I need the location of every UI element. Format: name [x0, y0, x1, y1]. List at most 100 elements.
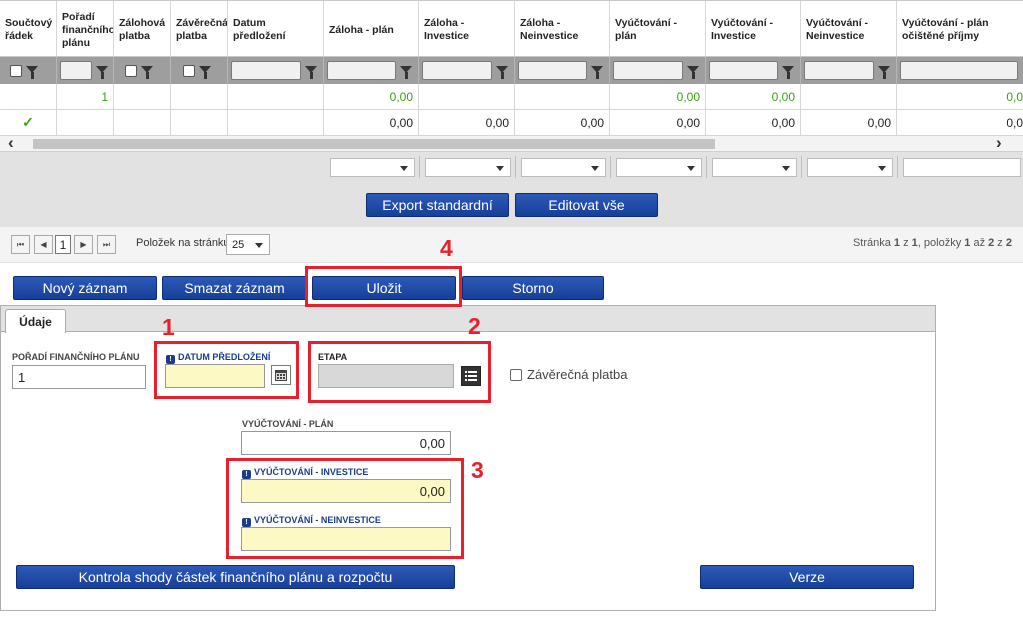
pager-info-text: z	[994, 237, 1006, 249]
cell: 0,00	[324, 84, 419, 109]
funnel-icon[interactable]	[591, 65, 603, 79]
scroll-right-icon[interactable]: ›	[996, 133, 1002, 153]
checkmark-icon: ✓	[0, 110, 57, 135]
aggregate-select[interactable]	[807, 158, 893, 177]
prev-page-icon[interactable]: ◀	[34, 235, 53, 254]
cell: 0,00	[419, 110, 515, 135]
scrollbar-thumb[interactable]	[33, 139, 715, 149]
per-page-select[interactable]: 25	[226, 234, 270, 255]
cell: 0,00	[706, 84, 801, 109]
cell	[419, 84, 515, 109]
chevron-down-icon	[255, 243, 263, 248]
filter-input[interactable]	[900, 61, 1018, 80]
table-row[interactable]: 1 0,00 0,00 0,00 0,0	[0, 84, 1023, 110]
kontrola-button[interactable]: Kontrola shody částek finančního plánu a…	[16, 565, 455, 589]
filter-input[interactable]	[709, 61, 778, 80]
filter-checkbox[interactable]	[125, 64, 137, 77]
filter-soucet	[0, 57, 57, 84]
filter-input[interactable]	[804, 61, 874, 80]
new-record-button[interactable]: Nový záznam	[13, 276, 157, 300]
col-zalohova[interactable]: Zálohová platba	[114, 1, 171, 56]
aggregate-select[interactable]	[425, 158, 511, 177]
funnel-icon[interactable]	[141, 65, 153, 79]
cell	[114, 84, 171, 109]
first-page-icon[interactable]: ⏮	[11, 235, 30, 254]
poradi-input[interactable]: 1	[12, 365, 146, 389]
annotation-box-1	[154, 341, 299, 399]
table-row[interactable]: ✓ 0,00 0,00 0,00 0,00 0,00 0,00 0,0	[0, 110, 1023, 136]
col-vyuct-investice[interactable]: Vyúčtování - Investice	[706, 1, 801, 56]
funnel-icon[interactable]	[496, 65, 508, 79]
tab-udaje[interactable]: Údaje	[5, 309, 66, 333]
annotation-3: 3	[471, 457, 484, 483]
funnel-icon[interactable]	[96, 65, 108, 79]
funnel-icon[interactable]	[199, 65, 211, 79]
col-vyuct-plan[interactable]: Vyúčtování - plán	[610, 1, 706, 56]
funnel-icon[interactable]	[878, 65, 890, 79]
filter-checkbox[interactable]	[183, 64, 195, 77]
grid-header: Součtový řádek Pořadí finančního plánu Z…	[0, 0, 1023, 57]
funnel-icon[interactable]	[26, 65, 38, 79]
filter-poradi	[57, 57, 114, 84]
aggregate-select[interactable]	[616, 158, 702, 177]
filter-input[interactable]	[613, 61, 683, 80]
pager-info-text: až	[970, 237, 989, 249]
col-poradi[interactable]: Pořadí finančního plánu	[57, 1, 114, 56]
filter-input[interactable]	[231, 61, 301, 80]
col-vyuct-neinvestice[interactable]: Vyúčtování - Neinvestice	[801, 1, 897, 56]
col-zaverecna[interactable]: Závěrečná platba	[171, 1, 228, 56]
funnel-icon[interactable]	[782, 65, 794, 79]
zaverecna-checkbox[interactable]	[510, 368, 522, 381]
annotation-box-4	[305, 266, 462, 307]
scroll-left-icon[interactable]: ‹	[8, 133, 14, 153]
filter-zalohova	[114, 57, 171, 84]
vyuct-plan-label: VYÚČTOVÁNÍ - PLÁN	[242, 419, 334, 429]
export-button[interactable]: Export standardní	[366, 193, 509, 217]
filter-input[interactable]	[422, 61, 492, 80]
col-zaloha-neinvestice[interactable]: Záloha - Neinvestice	[515, 1, 610, 56]
per-page-label: Položek na stránku	[136, 237, 230, 249]
pager-info-text: , položky	[917, 237, 965, 249]
cancel-button[interactable]: Storno	[462, 276, 604, 300]
cell: 1	[57, 84, 114, 109]
delete-record-button[interactable]: Smazat záznam	[162, 276, 307, 300]
aggregate-select[interactable]	[521, 158, 606, 177]
divider	[801, 156, 802, 178]
filter-input[interactable]	[327, 61, 396, 80]
filter-input[interactable]	[60, 61, 92, 80]
cell: 0,00	[706, 110, 801, 135]
funnel-icon[interactable]	[305, 65, 317, 79]
vyuct-plan-input[interactable]: 0,00	[241, 431, 451, 455]
funnel-icon[interactable]	[400, 65, 412, 79]
col-datum[interactable]: Datum předložení	[228, 1, 324, 56]
cell	[801, 84, 897, 109]
page-input[interactable]: 1	[55, 235, 71, 254]
verze-button[interactable]: Verze	[700, 565, 914, 589]
zaverecna-checkbox-group[interactable]: Závěrečná platba	[510, 367, 627, 382]
funnel-icon[interactable]	[687, 65, 699, 79]
col-vyuct-ocistene[interactable]: Vyúčtování - plán očištěné příjmy	[897, 1, 1023, 56]
cell: 0,0	[1006, 115, 1023, 130]
annotation-1: 1	[162, 314, 175, 340]
aggregate-select[interactable]	[903, 158, 1021, 177]
last-page-icon[interactable]: ⏭	[97, 235, 116, 254]
zaverecna-label: Závěrečná platba	[527, 367, 628, 382]
edit-all-button[interactable]: Editovat vše	[515, 193, 658, 217]
filter-input[interactable]	[518, 61, 587, 80]
cell	[57, 110, 114, 135]
filter-row	[0, 57, 1023, 84]
next-page-icon[interactable]: ▶	[74, 235, 93, 254]
filter-vyuct-investice	[706, 57, 801, 84]
col-soucet[interactable]: Součtový řádek	[0, 1, 57, 56]
filter-checkbox[interactable]	[10, 64, 22, 77]
aggregate-select[interactable]	[712, 158, 797, 177]
aggregate-select[interactable]	[330, 158, 415, 177]
divider	[897, 156, 898, 178]
col-zaloha-investice[interactable]: Záloha - Investice	[419, 1, 515, 56]
pager: ⏮ ◀ 1 ▶ ⏭ Položek na stránku 25 Stránka …	[0, 227, 1023, 263]
col-zaloha-plan[interactable]: Záloha - plán	[324, 1, 419, 56]
horizontal-scrollbar[interactable]: ‹ ›	[0, 133, 1023, 153]
filter-zaloha-investice	[419, 57, 515, 84]
screen: Součtový řádek Pořadí finančního plánu Z…	[0, 0, 1023, 623]
grid-toolbar: Export standardní Editovat vše	[0, 182, 1023, 227]
